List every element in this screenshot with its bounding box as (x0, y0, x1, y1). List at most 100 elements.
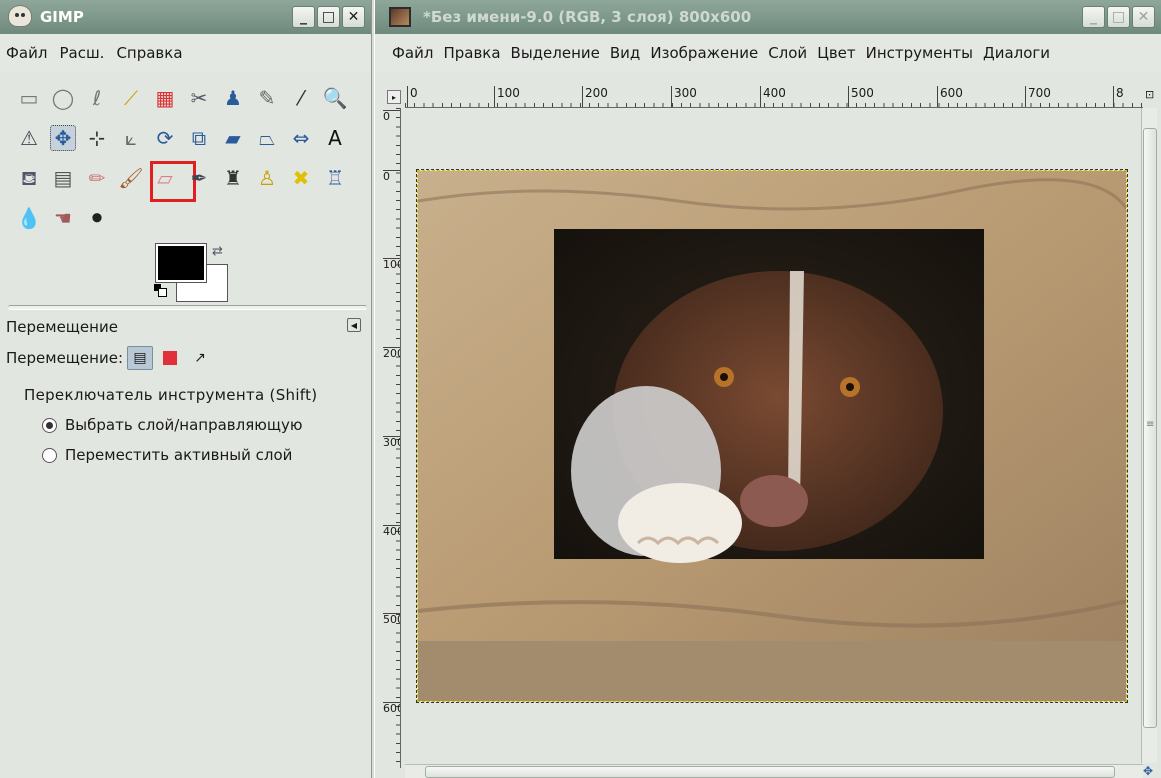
tool-button[interactable]: ✎ (250, 78, 284, 118)
flip-icon: ⇔ (292, 126, 310, 150)
tool-button[interactable]: ✖ (284, 158, 318, 198)
select-by-color-icon: ▦ (155, 86, 175, 110)
tool-button[interactable]: A (318, 118, 352, 158)
measure-icon: ⚠ (20, 126, 38, 150)
foreground-color-swatch[interactable] (155, 243, 207, 283)
tool-button[interactable]: ✂ (182, 78, 216, 118)
swap-colors-icon[interactable]: ⇄ (212, 244, 223, 259)
hruler-label: 400 (760, 86, 786, 107)
tool-button[interactable]: ☚ (46, 198, 80, 238)
tool-button[interactable]: ⚠ (12, 118, 46, 158)
image-titlebar[interactable]: *Без имени-9.0 (RGB, 3 слоя) 800x600 _ □… (375, 0, 1161, 34)
minimize-button[interactable]: _ (1082, 6, 1105, 28)
menu-image[interactable]: Изображение (645, 44, 763, 62)
close-button[interactable]: ✕ (1132, 6, 1155, 28)
hruler-label: 0 (407, 86, 418, 107)
menu-select[interactable]: Выделение (506, 44, 605, 62)
align-icon: ⊹ (88, 126, 106, 150)
tool-button[interactable]: ▤ (46, 158, 80, 198)
tool-button[interactable]: ⛾ (12, 158, 46, 198)
tool-button[interactable]: ⚫ (80, 198, 114, 238)
maximize-button[interactable]: □ (317, 6, 340, 28)
hruler-label: 300 (671, 86, 697, 107)
tool-button[interactable]: ⟳ (148, 118, 182, 158)
minimize-button[interactable]: _ (292, 6, 315, 28)
airbrush-icon: ✒ (190, 166, 208, 190)
menu-dialogs[interactable]: Диалоги (978, 44, 1055, 62)
tool-button[interactable]: ♙ (250, 158, 284, 198)
menu-view[interactable]: Вид (605, 44, 645, 62)
color-area: ⇄ (150, 243, 230, 304)
tool-button[interactable]: 🔍 (318, 78, 352, 118)
tool-button[interactable]: ✒ (182, 158, 216, 198)
move-selection-icon[interactable] (157, 346, 183, 370)
toolbox-window: GIMP _ □ ✕ Файл Расш. Справка ▭ ◯ ℓ ⟋ ▦ ✂ ♟ ✎ ⁄ 🔍… (0, 0, 372, 778)
tool-button[interactable]: ✥ (46, 118, 80, 158)
tool-button[interactable]: ✏ (80, 158, 114, 198)
tool-button[interactable]: ⟋ (114, 78, 148, 118)
fuzzy-select-icon: ⟋ (124, 86, 138, 110)
color-picker-icon: ⁄ (299, 86, 303, 110)
vertical-scrollbar-thumb[interactable] (1143, 128, 1157, 728)
zoom-icon: 🔍 (322, 86, 348, 110)
menu-extensions[interactable]: Расш. (53, 44, 110, 62)
move-path-icon[interactable]: ↗ (187, 346, 213, 370)
vruler-label: 200 (383, 347, 400, 359)
quick-mask-menu-icon[interactable]: ▸ (387, 90, 401, 104)
default-colors-icon[interactable] (154, 284, 167, 297)
menu-file[interactable]: Файл (387, 44, 438, 62)
vertical-scrollbar[interactable] (1141, 108, 1157, 763)
tool-button[interactable]: ⇔ (284, 118, 318, 158)
horizontal-scrollbar[interactable] (405, 764, 1143, 778)
pencil-icon: ✏ (88, 166, 106, 190)
tool-button[interactable]: ♟ (216, 78, 250, 118)
tool-button[interactable]: ▱ (148, 158, 196, 202)
close-button[interactable]: ✕ (342, 6, 365, 28)
tool-button[interactable]: ▦ (148, 78, 182, 118)
horizontal-scrollbar-thumb[interactable] (425, 766, 1115, 778)
canvas-area[interactable] (405, 108, 1143, 763)
radio-pick-layer-row[interactable]: Выбрать слой/направляющую (42, 416, 303, 434)
vruler-label: 300 (383, 436, 400, 448)
panel-divider[interactable] (8, 305, 367, 310)
navigate-icon[interactable]: ✥ (1143, 764, 1159, 778)
toolbox-title: GIMP (40, 8, 84, 26)
radio-pick-layer[interactable] (42, 417, 57, 433)
tool-button[interactable]: ⏢ (250, 118, 284, 158)
tool-button[interactable]: ♖ (318, 158, 352, 198)
perspective-clone-icon: ♖ (326, 166, 344, 190)
tool-button[interactable]: 💧 (12, 198, 46, 238)
tool-button[interactable]: ▰ (216, 118, 250, 158)
tool-button[interactable]: ⧉ (182, 118, 216, 158)
tool-button[interactable]: ♜ (216, 158, 250, 198)
image-window: *Без имени-9.0 (RGB, 3 слоя) 800x600 _ □… (374, 0, 1161, 778)
maximize-button[interactable]: □ (1107, 6, 1130, 28)
menu-tools[interactable]: Инструменты (861, 44, 978, 62)
image-canvas[interactable] (416, 169, 1128, 703)
menu-colors[interactable]: Цвет (812, 44, 860, 62)
tool-button[interactable]: ℓ (80, 78, 114, 118)
tool-options-menu-icon[interactable]: ◀ (347, 318, 361, 332)
tool-button[interactable]: ▭ (12, 78, 46, 118)
zoom-image-icon[interactable]: ⊡ (1145, 88, 1159, 102)
tool-grid: ▭ ◯ ℓ ⟋ ▦ ✂ ♟ ✎ ⁄ 🔍 ⚠ ✥ ⊹ ⟀ ⟳ ⧉ ▰ ⏢ ⇔ A ⛾ ▤ ✏ 🖌 ▱ ✒ ♜ ♙ ✖ ♖ 💧 ☚ ⚫ (12, 78, 352, 238)
vertical-ruler[interactable]: 0 0 100 200 300 400 500 600 (381, 108, 401, 768)
menu-file[interactable]: Файл (0, 44, 53, 62)
menu-edit[interactable]: Правка (438, 44, 505, 62)
tool-button[interactable]: ⟀ (114, 118, 148, 158)
horizontal-ruler[interactable]: 0 100 200 300 400 500 600 700 8 (405, 84, 1143, 108)
move-layer-icon[interactable]: ▤ (127, 346, 153, 370)
vruler-label: 400 (383, 525, 400, 537)
hruler-label: 600 (937, 86, 963, 107)
menu-help[interactable]: Справка (110, 44, 188, 62)
toolbox-menubar: Файл Расш. Справка (0, 34, 371, 72)
tool-button[interactable]: ◯ (46, 78, 80, 118)
tool-button[interactable]: 🖌 (114, 158, 148, 198)
tool-button[interactable]: ⁄ (284, 78, 318, 118)
menu-layer[interactable]: Слой (763, 44, 812, 62)
toolbox-titlebar[interactable]: GIMP _ □ ✕ (0, 0, 371, 34)
radio-move-active-row[interactable]: Переместить активный слой (42, 446, 292, 464)
tool-options-title: Перемещение (6, 318, 118, 336)
radio-move-active[interactable] (42, 447, 57, 463)
tool-button[interactable]: ⊹ (80, 118, 114, 158)
